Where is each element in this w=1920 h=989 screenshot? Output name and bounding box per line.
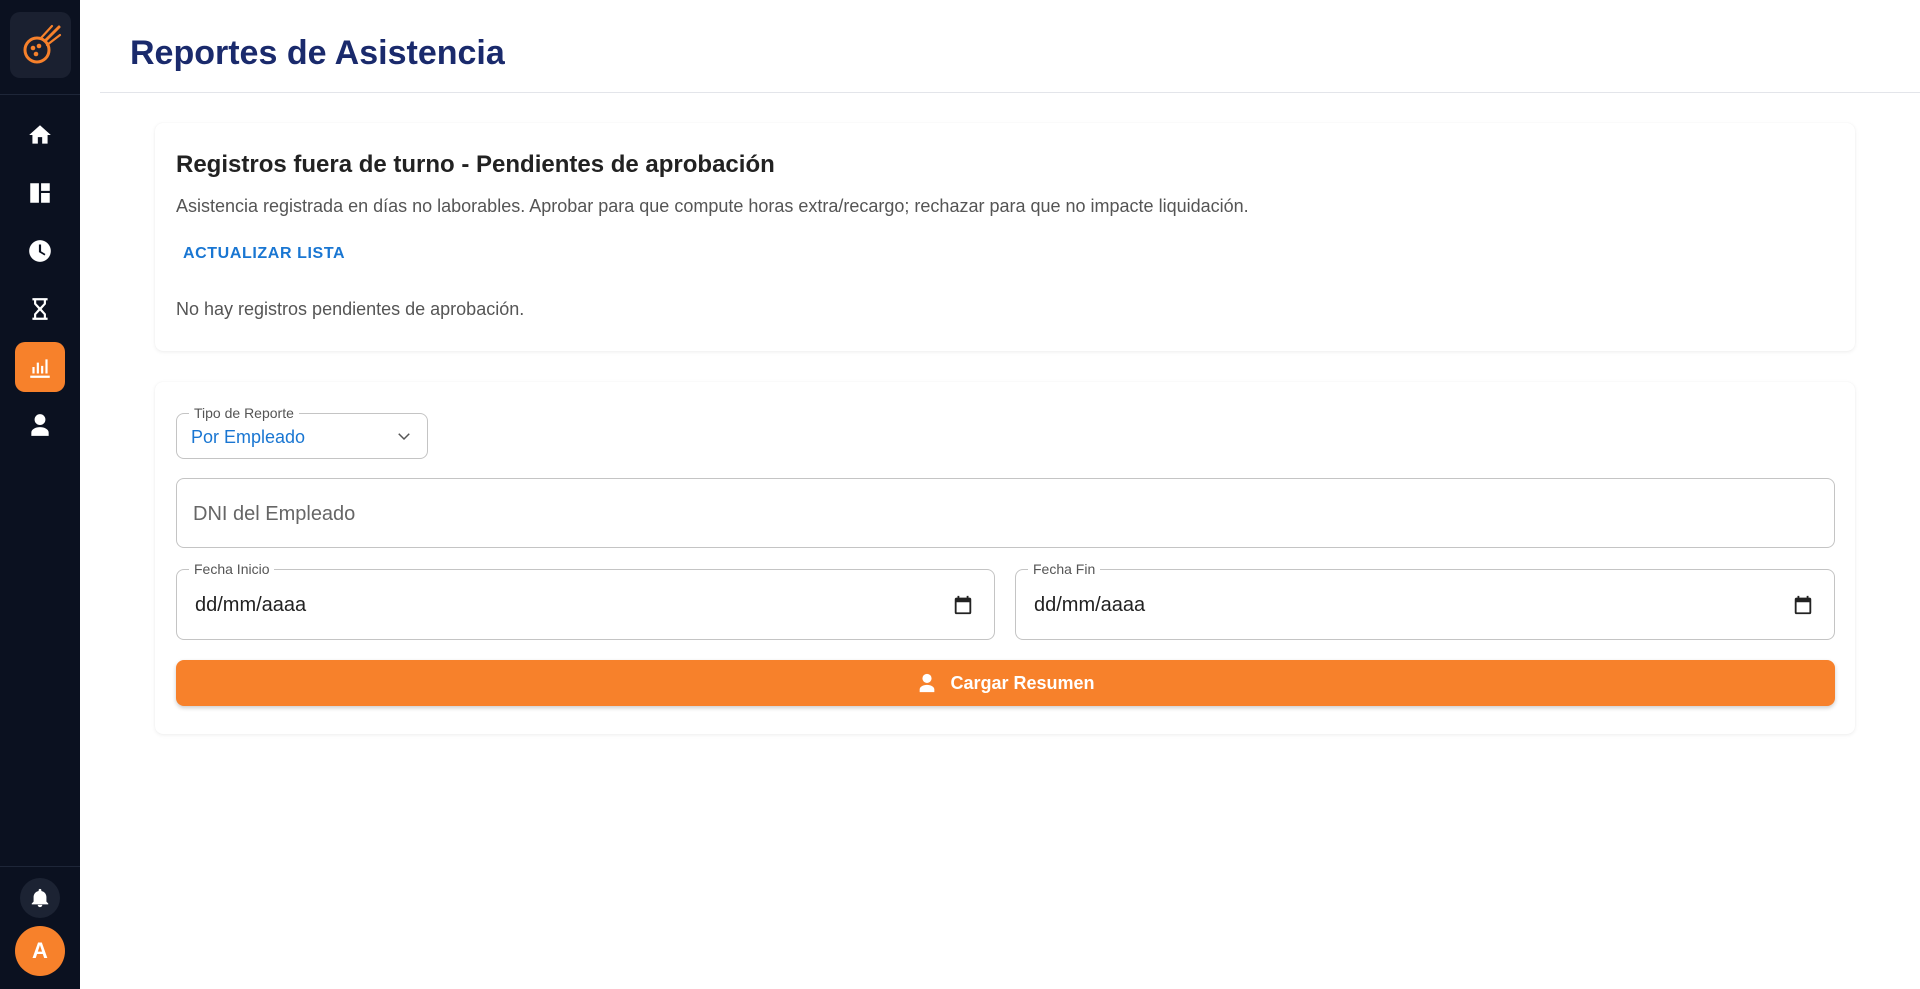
start-date-input[interactable]: Fecha Inicio dd/mm/aaaa — [176, 560, 995, 640]
start-date-value: dd/mm/aaaa — [195, 594, 307, 616]
notifications-button[interactable] — [20, 878, 60, 918]
bar-chart-icon — [30, 359, 50, 378]
load-summary-label: Cargar Resumen — [950, 672, 1095, 693]
home-icon — [29, 125, 51, 144]
report-type-value: Por Empleado — [191, 427, 306, 447]
dni-input[interactable]: DNI del Empleado — [176, 478, 1835, 548]
calendar-icon[interactable] — [952, 594, 974, 616]
avatar[interactable]: A — [15, 926, 65, 976]
sidebar-item-dashboard[interactable] — [15, 168, 65, 218]
hourglass-icon — [32, 298, 48, 320]
sidebar-item-reports[interactable] — [15, 342, 65, 392]
person-icon — [31, 414, 49, 436]
sidebar-divider — [0, 866, 80, 867]
dni-placeholder: DNI del Empleado — [193, 503, 356, 525]
sidebar-item-home[interactable] — [15, 110, 65, 160]
clock-icon — [29, 240, 51, 262]
pending-records-title: Registros fuera de turno - Pendientes de… — [176, 151, 775, 178]
bell-icon — [31, 888, 49, 908]
end-date-label: Fecha Fin — [1028, 560, 1101, 578]
report-form-card: Tipo de Reporte Por Empleado DNI del Emp… — [155, 382, 1855, 734]
end-date-input[interactable]: Fecha Fin dd/mm/aaaa — [1015, 560, 1835, 640]
sidebar-item-attendance[interactable] — [15, 226, 65, 276]
report-type-select[interactable]: Tipo de Reporte Por Empleado — [176, 404, 428, 459]
refresh-list-button[interactable]: ACTUALIZAR LISTA — [175, 237, 353, 271]
pending-records-description: Asistencia registrada en días no laborab… — [176, 196, 1249, 216]
empty-state-message: No hay registros pendientes de aprobació… — [176, 299, 525, 319]
sidebar-item-overtime[interactable] — [15, 284, 65, 334]
person-icon — [920, 673, 935, 693]
comet-logo-icon[interactable] — [10, 12, 71, 78]
dashboard-icon — [30, 183, 50, 203]
load-summary-button[interactable]: Cargar Resumen — [176, 660, 1835, 706]
chevron-down-icon — [398, 433, 410, 441]
report-type-label: Tipo de Reporte — [189, 404, 299, 422]
calendar-icon[interactable] — [1792, 594, 1814, 616]
start-date-label: Fecha Inicio — [189, 560, 275, 578]
page-title: Reportes de Asistencia — [130, 34, 505, 72]
sidebar: A — [0, 0, 80, 989]
sidebar-item-employees[interactable] — [15, 400, 65, 450]
sidebar-divider — [0, 94, 80, 95]
page-header: Reportes de Asistencia — [100, 0, 1920, 93]
pending-records-card: Registros fuera de turno - Pendientes de… — [155, 123, 1855, 351]
end-date-value: dd/mm/aaaa — [1034, 594, 1146, 616]
